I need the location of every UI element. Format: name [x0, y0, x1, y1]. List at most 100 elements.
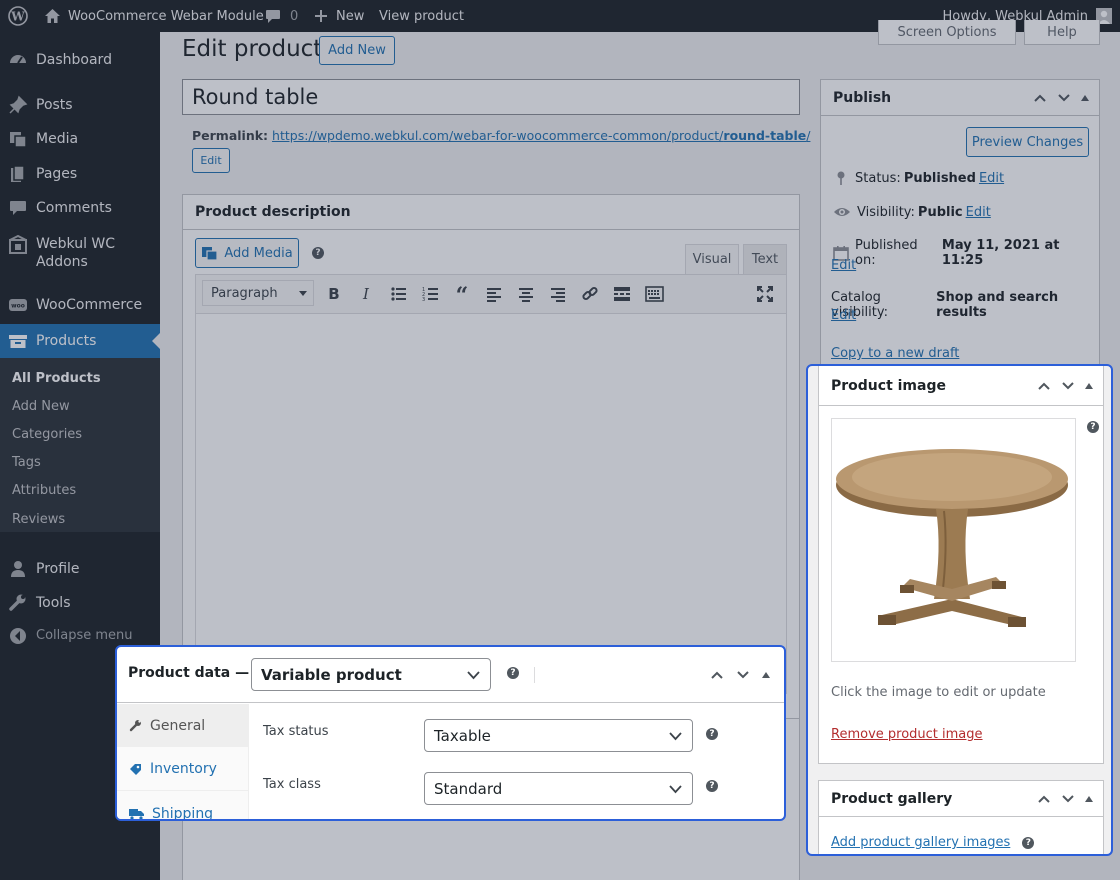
permalink-edit-button[interactable]: Edit — [192, 148, 230, 173]
site-name-link[interactable]: WooCommerce Webar Module — [44, 0, 264, 32]
help-icon[interactable]: ? — [507, 667, 519, 679]
menu-item-webkul-addons[interactable]: Webkul WC Addons — [0, 234, 160, 274]
help-icon[interactable]: ? — [312, 247, 324, 259]
catalog-edit-link[interactable]: Edit — [831, 308, 856, 323]
menu-item-dashboard[interactable]: Dashboard — [0, 43, 160, 77]
status-edit-link[interactable]: Edit — [979, 171, 1004, 186]
submenu-reviews[interactable]: Reviews — [12, 512, 65, 527]
round-table-image-icon — [832, 419, 1075, 661]
chevron-down-icon[interactable] — [1061, 792, 1075, 806]
help-icon[interactable]: ? — [706, 780, 718, 792]
menu-label: Collapse menu — [36, 628, 133, 643]
submenu-categories[interactable]: Categories — [12, 427, 82, 442]
help-icon[interactable]: ? — [1022, 836, 1035, 849]
product-gallery-header: Product gallery — [819, 781, 1103, 817]
pin-icon — [8, 95, 28, 115]
tab-general[interactable]: General — [117, 704, 249, 747]
add-gallery-images-link[interactable]: Add product gallery images — [831, 835, 1010, 850]
product-type-select[interactable]: Variable product — [251, 658, 491, 691]
product-description-header: Product description — [183, 195, 799, 230]
submenu-all-products[interactable]: All Products — [12, 371, 101, 386]
align-left-icon[interactable] — [484, 284, 505, 304]
plus-icon — [314, 9, 328, 23]
submenu-tags[interactable]: Tags — [12, 455, 41, 470]
tax-status-select[interactable]: Taxable — [424, 719, 693, 752]
chevron-down-icon[interactable] — [1061, 379, 1075, 393]
collapse-toggle-icon[interactable] — [1085, 382, 1093, 389]
product-image-header: Product image — [819, 366, 1103, 406]
screen-options-tab[interactable]: Screen Options — [878, 20, 1016, 45]
product-gallery-box: Product gallery Add product gallery imag… — [818, 780, 1104, 854]
gallery-add-row: Add product gallery images ? — [831, 835, 1035, 850]
visibility-edit-link[interactable]: Edit — [966, 205, 991, 220]
format-select-value: Paragraph — [211, 285, 278, 301]
chevron-down-icon[interactable] — [736, 668, 750, 682]
align-right-icon[interactable] — [548, 284, 569, 304]
truck-icon — [129, 808, 144, 819]
help-tab[interactable]: Help — [1024, 20, 1100, 45]
pin-icon — [833, 170, 849, 186]
published-edit-link[interactable]: Edit — [831, 258, 856, 273]
help-icon[interactable]: ? — [706, 728, 718, 740]
collapse-toggle-icon[interactable] — [1085, 795, 1093, 802]
chevron-up-icon[interactable] — [1033, 91, 1047, 105]
tab-visual[interactable]: Visual — [685, 244, 739, 274]
visibility-row: Visibility: Public Edit — [833, 204, 991, 220]
chevron-up-icon[interactable] — [1037, 792, 1051, 806]
bullet-list-icon[interactable] — [388, 284, 409, 304]
menu-item-media[interactable]: Media — [0, 122, 160, 156]
numbered-list-icon[interactable]: 123 — [420, 284, 441, 304]
highlight-product-image: Product image ? Click the image to edit … — [806, 364, 1113, 856]
format-select[interactable]: Paragraph — [202, 280, 314, 306]
menu-item-tools[interactable]: Tools — [0, 586, 160, 620]
permalink-base: https://wpdemo.webkul.com/webar-for-wooc… — [272, 128, 724, 143]
submenu-add-new[interactable]: Add New — [12, 399, 70, 414]
align-center-icon[interactable] — [516, 284, 537, 304]
product-image-thumbnail[interactable] — [831, 418, 1076, 662]
comments-link[interactable]: 0 — [265, 0, 298, 32]
remove-product-image-link[interactable]: Remove product image — [831, 727, 983, 742]
add-new-button[interactable]: Add New — [319, 36, 395, 65]
link-icon[interactable] — [580, 284, 601, 304]
menu-item-woocommerce[interactable]: woo WooCommerce — [0, 288, 160, 322]
publish-box: Publish Preview Changes Status: Published… — [820, 79, 1100, 369]
tab-text[interactable]: Text — [743, 244, 787, 274]
fullscreen-icon[interactable] — [756, 285, 774, 303]
view-product-label: View product — [379, 8, 464, 24]
read-more-icon[interactable] — [612, 284, 633, 304]
published-label: Published on: — [855, 238, 918, 268]
menu-label: Profile — [36, 561, 80, 577]
chevron-up-icon[interactable] — [710, 668, 724, 682]
copy-draft-link[interactable]: Copy to a new draft — [831, 346, 959, 361]
menu-item-pages[interactable]: Pages — [0, 157, 160, 191]
product-type-value: Variable product — [261, 665, 402, 684]
product-title-input[interactable]: Round table — [182, 79, 800, 115]
italic-icon[interactable]: I — [356, 284, 377, 304]
wordpress-logo-icon[interactable]: W — [8, 0, 28, 32]
help-icon[interactable]: ? — [1087, 421, 1099, 433]
tab-shipping[interactable]: Shipping — [117, 792, 249, 819]
editor-content-area[interactable] — [195, 314, 787, 694]
permalink-link[interactable]: https://wpdemo.webkul.com/webar-for-wooc… — [272, 128, 810, 143]
bold-icon[interactable]: B — [324, 284, 345, 304]
submenu-attributes[interactable]: Attributes — [12, 483, 76, 498]
collapse-toggle-icon[interactable] — [762, 671, 770, 678]
menu-item-products[interactable]: Products — [0, 324, 160, 358]
add-media-button[interactable]: Add Media — [195, 238, 299, 268]
chevron-down-icon[interactable] — [1057, 91, 1071, 105]
view-product-link[interactable]: View product — [379, 0, 464, 32]
tab-inventory-label: Inventory — [150, 761, 217, 777]
preview-changes-button[interactable]: Preview Changes — [966, 127, 1089, 157]
new-content-link[interactable]: New — [314, 0, 364, 32]
chevron-up-icon[interactable] — [1037, 379, 1051, 393]
menu-item-comments[interactable]: Comments — [0, 191, 160, 225]
published-value: May 11, 2021 at 11:25 — [941, 238, 1060, 268]
menu-item-profile[interactable]: Profile — [0, 552, 160, 586]
tab-inventory[interactable]: Inventory — [117, 748, 249, 791]
blockquote-icon[interactable]: “ — [452, 284, 473, 304]
tax-class-select[interactable]: Standard — [424, 772, 693, 805]
collapse-toggle-icon[interactable] — [1081, 94, 1089, 101]
toolbar-toggle-icon[interactable] — [644, 284, 665, 304]
menu-item-posts[interactable]: Posts — [0, 88, 160, 122]
menu-label: Comments — [36, 200, 112, 216]
